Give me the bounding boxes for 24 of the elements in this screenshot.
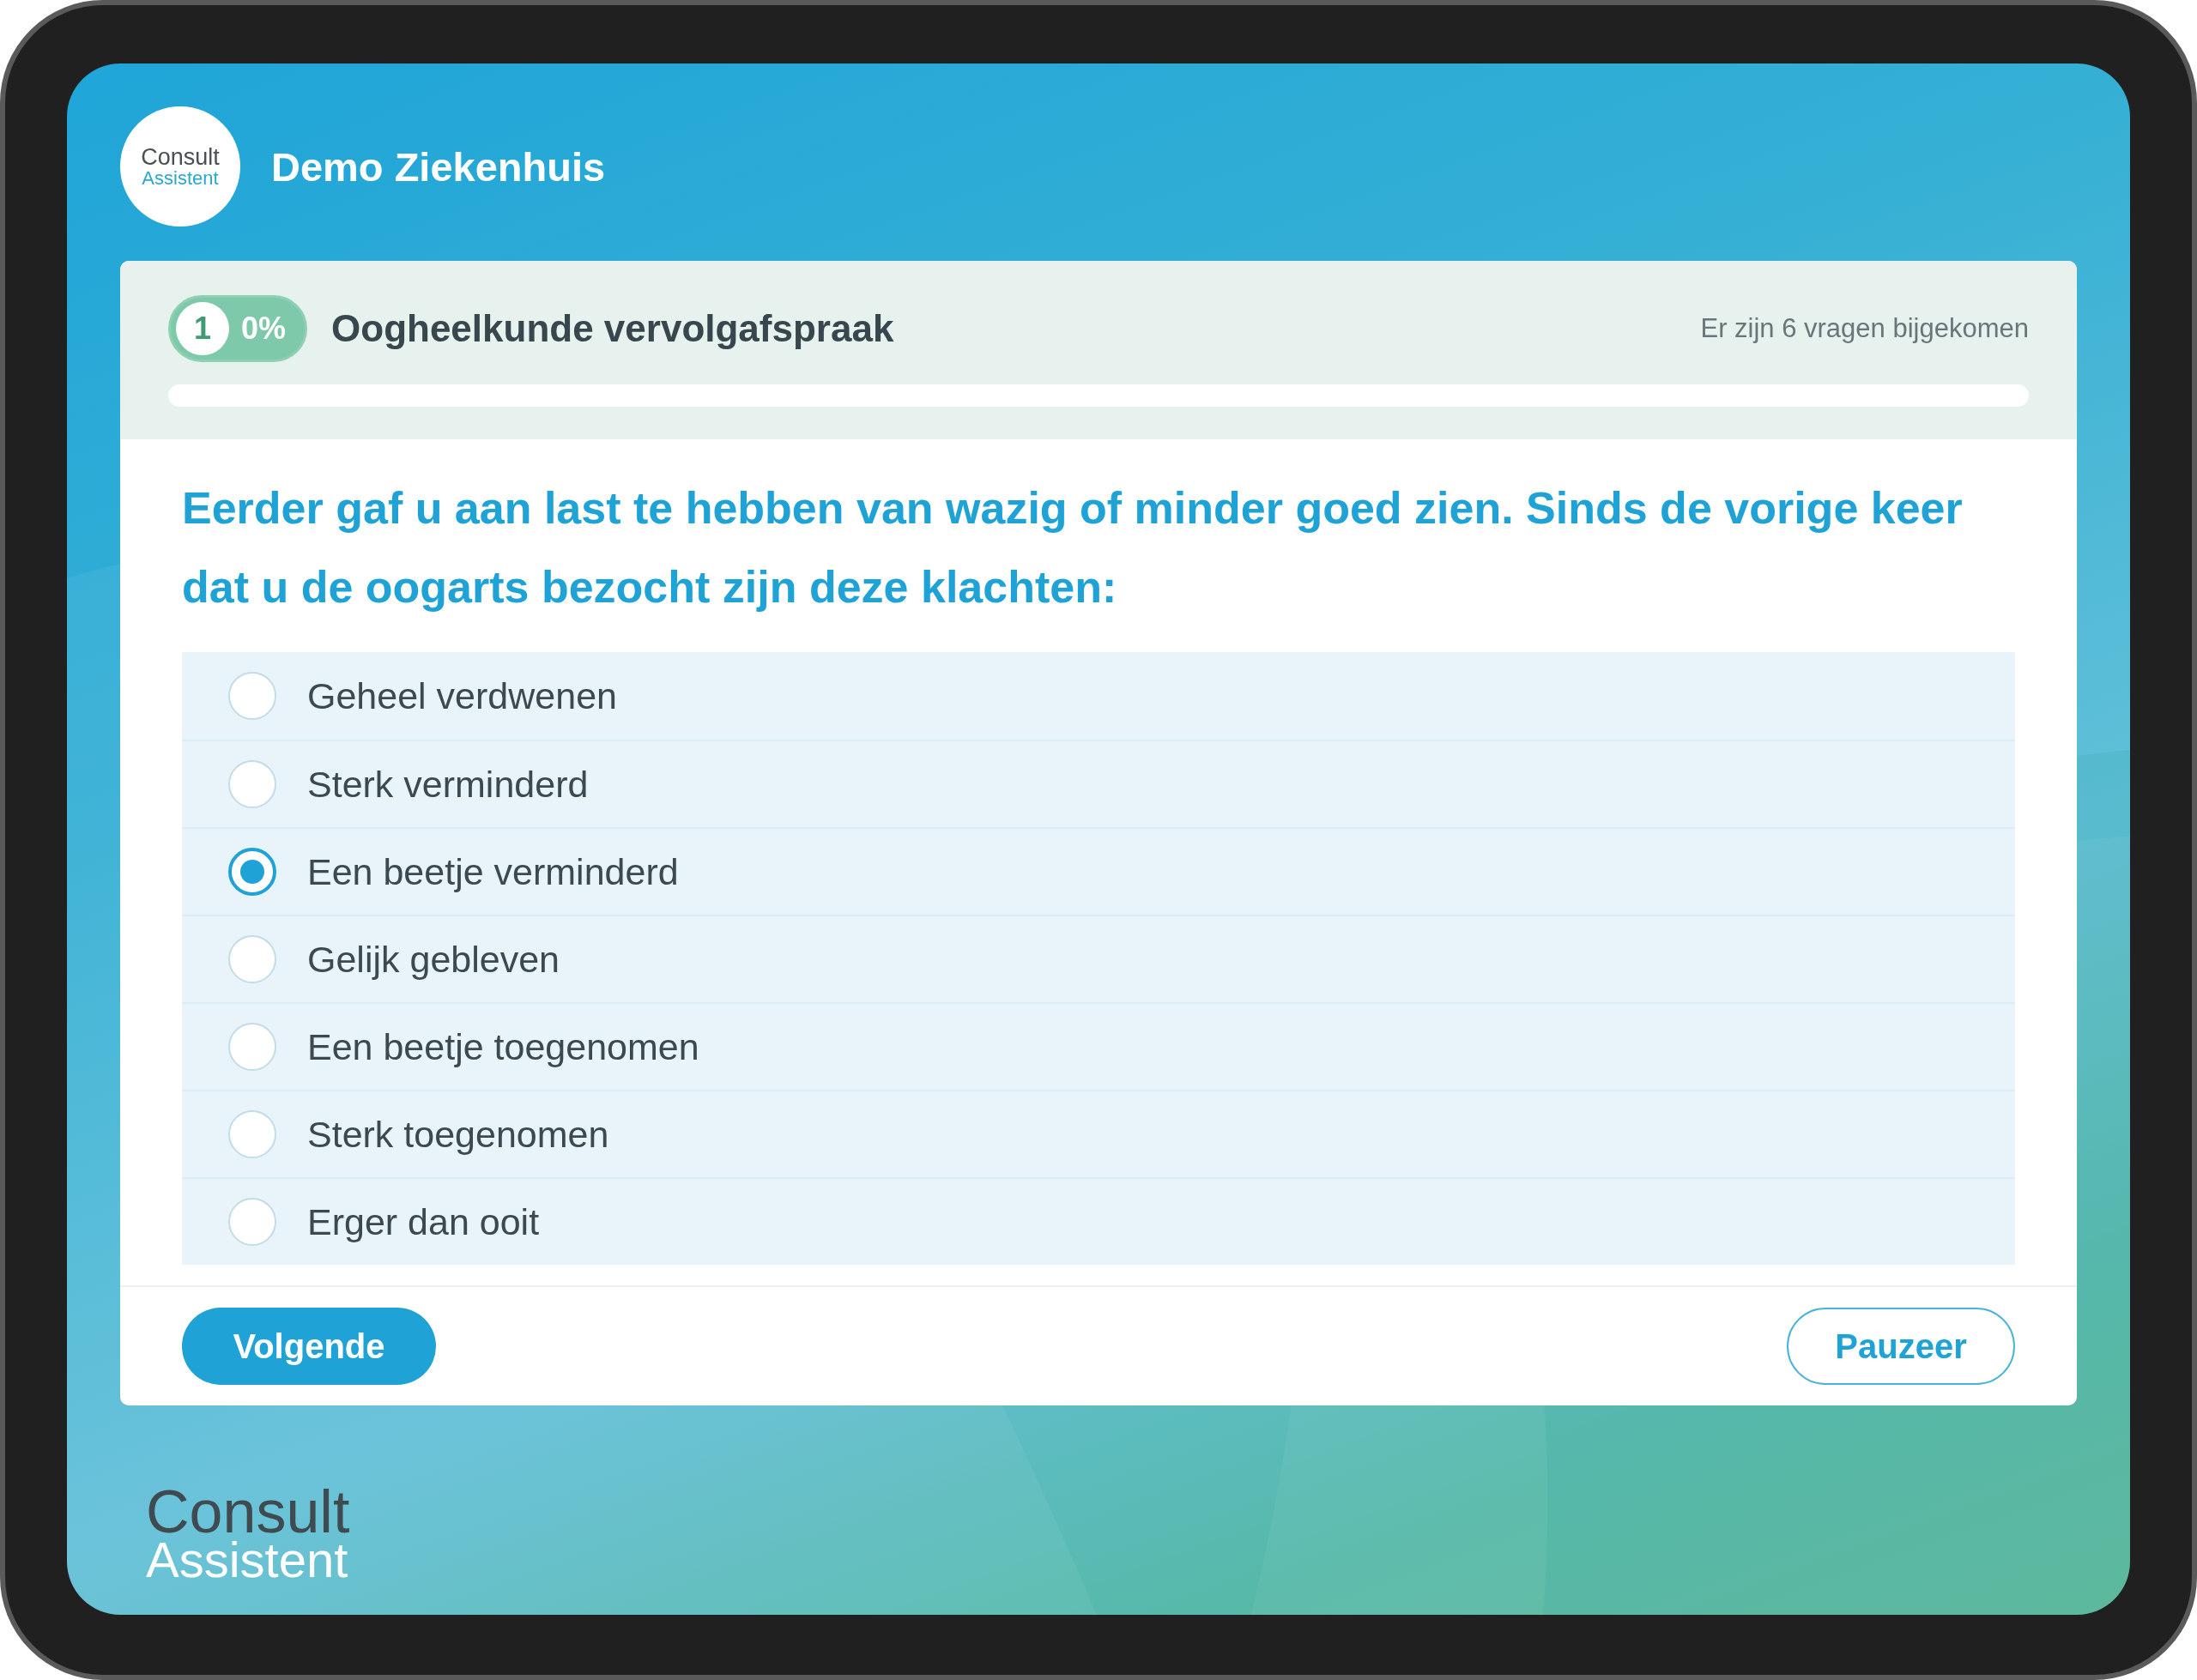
answer-label: Een beetje verminderd [307,850,679,893]
answer-label: Gelijk gebleven [307,938,560,981]
answer-option[interactable]: Gelijk gebleven [182,915,2015,1002]
answer-option[interactable]: Erger dan ooit [182,1177,2015,1265]
question-text: Eerder gaf u aan last te hebben van wazig of minder goed zien. Sinds de vorige keer dat u de oogarts bezocht zijn deze klachten: [182,482,1964,613]
answer-option[interactable]: Geheel verdwenen [182,652,2015,740]
footer-logo-text: Consult [146,1487,351,1538]
answer-option[interactable]: Sterk toegenomen [182,1090,2015,1177]
answer-label: Sterk verminderd [307,763,589,806]
radio-button[interactable] [228,848,276,896]
hospital-name: Demo Ziekenhuis [271,142,606,190]
step-number: 1 [176,302,229,355]
progress-percent: 0% [241,311,287,347]
answer-label: Geheel verdwenen [307,674,617,717]
answer-label: Een beetje toegenomen [307,1025,699,1068]
answer-option[interactable]: Een beetje verminderd [182,827,2015,915]
questionnaire-title: Oogheelkunde vervolgafspraak [331,307,895,350]
notice-text: Er zijn 6 vragen bijgekomen [1700,313,2029,344]
answer-option[interactable]: Sterk verminderd [182,740,2015,827]
logo: Consult Assistent [120,106,240,227]
answer-label: Sterk toegenomen [307,1113,609,1156]
answer-option[interactable]: Een beetje toegenomen [182,1002,2015,1090]
footer-logo-text: Assistent [146,1538,348,1580]
answer-label: Erger dan ooit [307,1200,540,1243]
